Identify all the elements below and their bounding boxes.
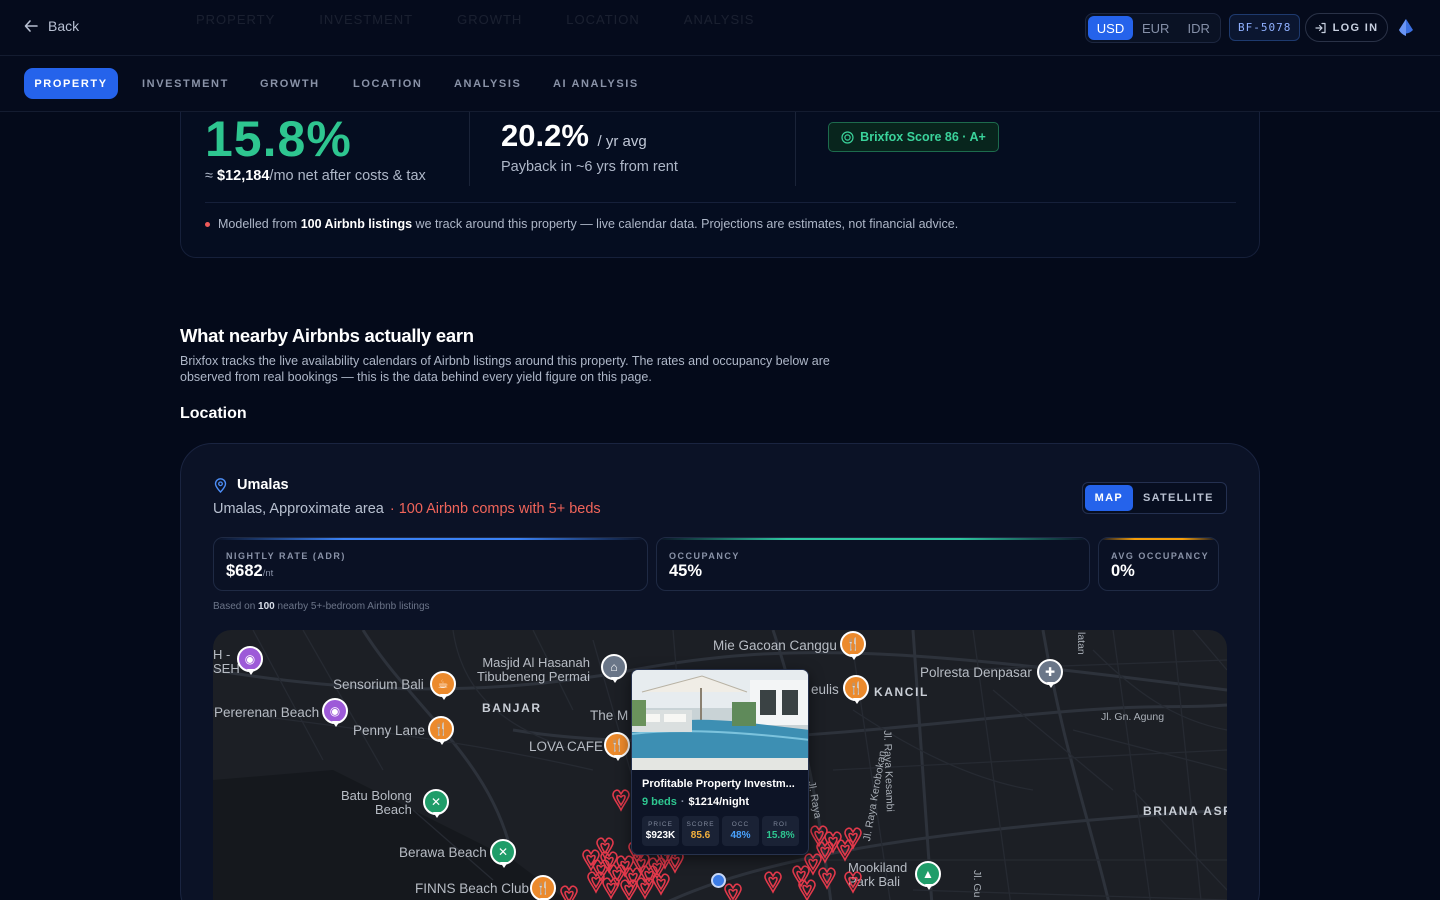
login-button[interactable]: LOG IN — [1305, 13, 1388, 42]
listing-meta: 9 beds · $1214/night — [642, 796, 750, 808]
tab-ai-analysis[interactable]: AI ANALYSIS — [553, 68, 639, 99]
tab-property[interactable]: PROPERTY — [24, 68, 118, 99]
property-code-badge[interactable]: BF-5078 — [1229, 14, 1301, 41]
tab-investment[interactable]: INVESTMENT — [142, 68, 229, 99]
location-subtitle: Umalas, Approximate area · 100 Airbnb com… — [213, 501, 601, 517]
live-dot-icon — [205, 221, 210, 227]
metric-avg-occupancy: AVG OCCUPANCY 0% — [1098, 537, 1219, 591]
currency-usd[interactable]: USD — [1088, 16, 1133, 40]
net-prefix: ≈ — [205, 168, 213, 184]
currency-switcher: USD EUR IDR — [1085, 13, 1221, 43]
top-bar: Back PROPERTY INVESTMENT GROWTH LOCATION… — [0, 0, 1440, 56]
login-icon — [1315, 22, 1326, 33]
stat-occ: OCC 48% — [722, 816, 759, 846]
back-button[interactable]: Back — [24, 18, 79, 34]
listing-stats: PRICE $923K SCORE 85.6 OCC 48% ROI 15.8% — [642, 816, 799, 846]
metric-label: AVG OCCUPANCY — [1111, 551, 1210, 561]
map-view-toggle: MAP SATELLITE — [1082, 482, 1227, 514]
stat-value: 85.6 — [690, 830, 711, 841]
section-title: What nearby Airbnbs actually earn — [180, 325, 474, 346]
ghost-tab: PROPERTY — [196, 12, 276, 27]
metric-label: NIGHTLY RATE (ADR) — [226, 551, 346, 561]
stat-key: SCORE — [686, 821, 715, 828]
adr-unit: /nt — [262, 568, 274, 579]
metric-occupancy: OCCUPANCY 45% — [656, 537, 1090, 591]
comps-count: · 100 Airbnb comps with 5+ beds — [389, 501, 601, 517]
map-pin-icon — [214, 477, 227, 493]
metric-value: 45% — [669, 562, 703, 580]
ghost-tab: ANALYSIS — [683, 12, 755, 27]
stat-key: PRICE — [648, 821, 673, 828]
ghost-tab: INVESTMENT — [319, 12, 414, 27]
login-label: LOG IN — [1332, 21, 1379, 34]
listing-beds: 9 beds — [642, 796, 677, 808]
location-name: Umalas — [213, 477, 289, 493]
net-monthly-line: ≈ $12,184/mo net after costs & tax — [205, 168, 426, 184]
roi-number: 20.2% — [501, 118, 589, 153]
location-map[interactable]: Mie Gacoan Canggu Masjid Al Hasanah Tibu… — [213, 630, 1227, 900]
listing-popup[interactable]: Profitable Property Investm... 9 beds · $1… — [631, 669, 809, 855]
property-location-marker[interactable] — [711, 873, 726, 888]
stat-value: 15.8% — [766, 830, 795, 841]
metric-nightly-rate: NIGHTLY RATE (ADR) $682/nt — [213, 537, 648, 591]
metric-label: OCCUPANCY — [669, 551, 740, 561]
location-heading: Location — [180, 405, 247, 422]
view-map-button[interactable]: MAP — [1085, 485, 1133, 511]
stat-key: OCC — [731, 821, 750, 828]
ghost-tabs: PROPERTY INVESTMENT GROWTH LOCATION ANAL… — [196, 12, 754, 27]
arrow-left-icon — [24, 20, 38, 32]
tab-growth[interactable]: GROWTH — [260, 68, 320, 99]
stat-value: 48% — [730, 830, 751, 841]
target-icon — [841, 130, 854, 144]
modelled-prefix: Modelled from — [218, 217, 298, 231]
divider — [469, 112, 470, 186]
listing-price-night: $1214/night — [688, 796, 750, 808]
currency-eur[interactable]: EUR — [1133, 16, 1178, 40]
ghost-tab: GROWTH — [457, 12, 523, 27]
based-count: 100 — [258, 601, 275, 612]
metric-accent-bar — [657, 538, 1089, 540]
currency-idr[interactable]: IDR — [1178, 16, 1218, 40]
stat-price: PRICE $923K — [642, 816, 679, 846]
adr-value: $682 — [226, 562, 263, 580]
divider — [205, 202, 1236, 203]
brand-logo-icon[interactable] — [1396, 18, 1416, 38]
stat-value: $923K — [645, 830, 676, 841]
location-name-text: Umalas — [237, 477, 289, 493]
metric-accent-bar — [1099, 538, 1218, 540]
brixfox-score-badge[interactable]: Brixfox Score 86 · A+ — [828, 122, 999, 152]
listing-title: Profitable Property Investm... — [642, 778, 795, 790]
ghost-tab: LOCATION — [566, 12, 640, 27]
based-on-note: Based on 100 nearby 5+-bedroom Airbnb li… — [213, 601, 430, 612]
net-monthly-value: $12,184 — [217, 168, 270, 184]
listing-photo — [632, 670, 808, 770]
section-lead: Brixfox tracks the live availability cal… — [180, 354, 830, 384]
roi-unit: / yr avg — [597, 133, 647, 150]
stat-score: SCORE 85.6 — [682, 816, 719, 846]
stat-roi: ROI 15.8% — [762, 816, 799, 846]
metric-accent-bar — [214, 538, 647, 540]
tab-location[interactable]: LOCATION — [353, 68, 422, 99]
roi-value: 20.2% / yr avg — [501, 118, 647, 154]
tab-analysis[interactable]: ANALYSIS — [454, 68, 521, 99]
back-label: Back — [48, 18, 80, 34]
based-suffix: nearby 5+-bedroom Airbnb listings — [277, 601, 430, 612]
payback-text: Payback in ~6 yrs from rent — [501, 159, 678, 175]
metric-value: 0% — [1111, 562, 1135, 580]
metric-value: $682/nt — [226, 562, 273, 581]
modelled-suffix: we track around this property — live cal… — [415, 217, 959, 231]
modelled-text: Modelled from 100 Airbnb listings we tra… — [218, 217, 958, 231]
score-label: Brixfox Score 86 · A+ — [860, 130, 986, 144]
view-satellite-button[interactable]: SATELLITE — [1133, 485, 1224, 511]
net-yield-value: 15.8% — [205, 111, 352, 167]
location-area: Umalas, Approximate area — [213, 501, 384, 517]
net-suffix: /mo net after costs & tax — [269, 168, 426, 184]
divider — [795, 112, 796, 186]
modelled-count: 100 Airbnb listings — [300, 217, 413, 231]
section-nav: PROPERTY INVESTMENT GROWTH LOCATION ANAL… — [0, 56, 1440, 112]
modelled-note: Modelled from 100 Airbnb listings we tra… — [205, 217, 958, 231]
stat-key: ROI — [773, 821, 788, 828]
based-prefix: Based on — [213, 601, 256, 612]
